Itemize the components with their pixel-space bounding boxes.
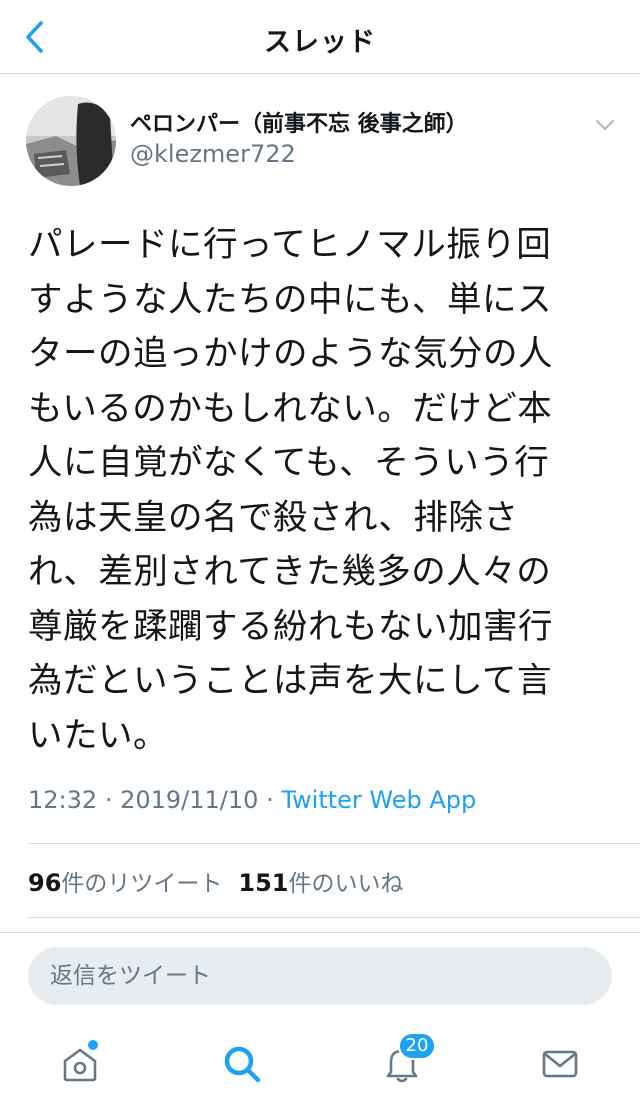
tweet-text-line: 為は天皇の名で殺され、排除さ bbox=[28, 497, 519, 538]
like-label: 件のいいね bbox=[288, 871, 404, 897]
chevron-down-icon bbox=[596, 120, 614, 130]
retweet-label: 件のリツイート bbox=[61, 871, 223, 897]
retweet-count: 96 bbox=[28, 869, 62, 897]
messages-icon bbox=[542, 1050, 578, 1078]
tab-notifications[interactable]: 20 bbox=[380, 1032, 436, 1086]
unread-dot bbox=[86, 1038, 100, 1052]
tweet-text-line: いたい。 bbox=[28, 715, 168, 756]
tweet-date: 2019/11/10 bbox=[120, 786, 259, 814]
tweet-text-line: 人に自覚がなくても、そういう行 bbox=[28, 443, 550, 483]
avatar-image bbox=[26, 96, 116, 186]
tweet-text-line: ターの追っかけのような気分の人 bbox=[28, 334, 553, 374]
author-handle[interactable]: @klezmer722 bbox=[130, 140, 296, 168]
page-title: スレッド bbox=[264, 27, 376, 58]
tweet-text-line: 為だということは声を大にして言 bbox=[28, 661, 552, 701]
reply-input[interactable]: 返信をツイート bbox=[28, 947, 612, 1005]
tweet-text-line: 尊厳を蹂躙する紛れもない加害行 bbox=[28, 606, 553, 647]
tab-home[interactable] bbox=[58, 1038, 102, 1086]
tweet-text-line: もいるのかもしれない。だけど本 bbox=[28, 388, 553, 429]
tab-messages[interactable] bbox=[538, 1042, 582, 1086]
meta-separator: · bbox=[266, 786, 274, 814]
tweet-text-line: すような人たちの中にも、単にス bbox=[28, 279, 552, 320]
divider bbox=[0, 932, 640, 933]
notification-badge: 20 bbox=[398, 1032, 436, 1060]
avatar[interactable] bbox=[26, 96, 116, 186]
like-stat[interactable]: 151件のいいね bbox=[238, 869, 404, 897]
header: スレッド bbox=[0, 0, 640, 74]
tweet-time: 12:32 bbox=[28, 786, 98, 814]
tab-search[interactable] bbox=[220, 1042, 264, 1086]
tweet-stats: 96件のリツイート 151件のいいね bbox=[28, 864, 404, 898]
like-count: 151 bbox=[238, 869, 289, 897]
tweet-meta: 12:32 · 2019/11/10 · Twitter Web App bbox=[28, 786, 476, 814]
tweet-menu-button[interactable] bbox=[590, 112, 620, 138]
author-name[interactable]: ペロンパー（前事不忘 後事之師） bbox=[130, 106, 468, 138]
tweet-text: パレードに行ってヒノマル振り回 すような人たちの中にも、単にス ターの追っかけのよう… bbox=[28, 218, 608, 763]
retweet-stat[interactable]: 96件のリツイート bbox=[28, 869, 223, 897]
search-icon bbox=[224, 1046, 261, 1083]
tab-bar: 20 bbox=[0, 1020, 640, 1103]
divider bbox=[28, 843, 640, 844]
meta-separator: · bbox=[104, 786, 113, 814]
tweet-text-line: パレードに行ってヒノマル振り回 bbox=[28, 225, 552, 265]
tweet-text-line: れ、差別されてきた幾多の人々の bbox=[28, 552, 552, 592]
divider bbox=[28, 917, 640, 918]
tweet-source-link[interactable]: Twitter Web App bbox=[281, 786, 476, 814]
